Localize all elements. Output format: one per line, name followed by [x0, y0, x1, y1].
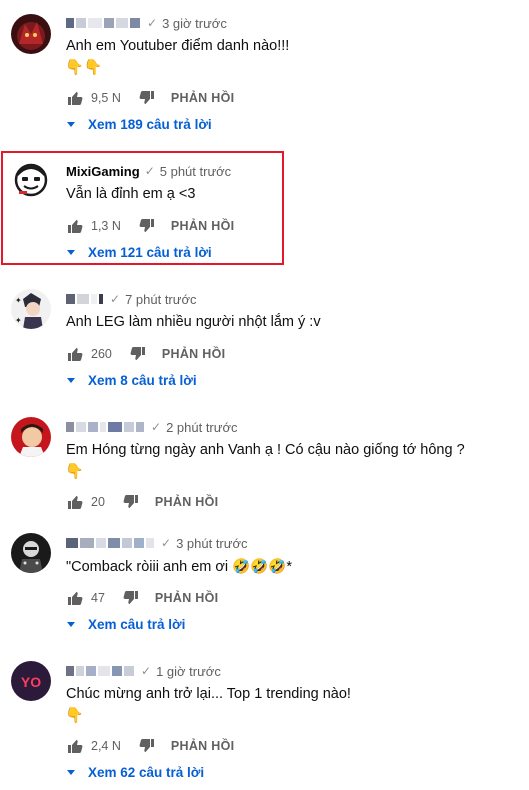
dislike-icon[interactable] — [139, 738, 155, 754]
avatar[interactable] — [11, 160, 51, 200]
like-icon[interactable] — [67, 494, 83, 510]
comment-text: "Comback ròiii anh em ơi 🤣🤣🤣* — [66, 559, 292, 575]
verified-check-icon: ✓ — [147, 16, 158, 30]
dislike-icon[interactable] — [123, 494, 139, 510]
blurred-author — [66, 294, 105, 304]
dislike-icon[interactable] — [123, 590, 139, 606]
comment-time[interactable]: 7 phút trước — [125, 292, 196, 307]
chevron-down-icon — [67, 622, 75, 627]
comment-actions: 47 PHẢN HỒI — [67, 588, 218, 608]
comment-actions: 260 PHẢN HỒI — [67, 344, 225, 364]
avatar[interactable] — [11, 417, 51, 457]
chevron-down-icon — [67, 250, 75, 255]
reply-button[interactable]: PHẢN HỒI — [155, 495, 219, 509]
comment-actions: 2,4 N PHẢN HỒI — [67, 736, 234, 756]
like-icon[interactable] — [67, 590, 83, 606]
comment-meta: ✓ 7 phút trước — [66, 290, 197, 308]
like-icon[interactable] — [67, 90, 83, 106]
view-replies-link[interactable]: Xem câu trả lời — [67, 617, 185, 632]
blurred-author — [66, 18, 142, 28]
comment-time[interactable]: 3 phút trước — [176, 536, 247, 551]
chevron-down-icon — [67, 122, 75, 127]
view-replies-label: Xem 121 câu trả lời — [88, 245, 212, 260]
verified-check-icon: ✓ — [141, 664, 152, 678]
avatar[interactable]: ✦ ✦ — [11, 289, 51, 329]
comment-actions: 20 PHẢN HỒI — [67, 492, 218, 512]
avatar-logo-text: YO — [21, 674, 41, 690]
dislike-icon[interactable] — [139, 90, 155, 106]
view-replies-label: Xem 62 câu trả lời — [88, 765, 205, 780]
comment-actions: 1,3 N PHẢN HỒI — [67, 216, 234, 236]
comment-meta: ✓ 2 phút trước — [66, 418, 238, 436]
like-icon[interactable] — [67, 218, 83, 234]
like-count: 2,4 N — [91, 739, 121, 753]
hand-pointing-down-emoji: 👇 — [65, 463, 84, 480]
like-count: 1,3 N — [91, 219, 121, 233]
like-count: 9,5 N — [91, 91, 121, 105]
reply-button[interactable]: PHẢN HỒI — [171, 219, 235, 233]
comment-time[interactable]: 5 phút trước — [160, 164, 231, 179]
reply-button[interactable]: PHẢN HỒI — [155, 591, 219, 605]
view-replies-label: Xem 189 câu trả lời — [88, 117, 212, 132]
comment-text: Em Hóng từng ngày anh Vanh ạ ! Có cậu nà… — [66, 442, 465, 458]
blurred-author — [66, 666, 136, 676]
avatar[interactable] — [11, 14, 51, 54]
verified-check-icon: ✓ — [161, 536, 172, 550]
blurred-author — [66, 422, 146, 432]
like-icon[interactable] — [67, 346, 83, 362]
view-replies-link[interactable]: Xem 189 câu trả lời — [67, 117, 212, 132]
chevron-down-icon — [67, 378, 75, 383]
comment-author[interactable]: MixiGaming — [66, 164, 140, 179]
comment-meta: ✓ 3 giờ trước — [66, 14, 227, 32]
verified-check-icon: ✓ — [144, 164, 155, 178]
hand-pointing-down-emoji: 👇 — [65, 707, 84, 724]
avatar[interactable] — [11, 533, 51, 573]
dislike-icon[interactable] — [130, 346, 146, 362]
comment-text: Anh em Youtuber điểm danh nào!!! — [66, 38, 290, 54]
svg-text:✦: ✦ — [15, 316, 22, 325]
view-replies-link[interactable]: Xem 62 câu trả lời — [67, 765, 204, 780]
comment-text: Chúc mừng anh trở lại... Top 1 trending … — [66, 686, 351, 702]
like-count: 47 — [91, 591, 105, 605]
view-replies-label: Xem 8 câu trả lời — [88, 373, 197, 388]
chevron-down-icon — [67, 770, 75, 775]
like-count: 260 — [91, 347, 112, 361]
like-icon[interactable] — [67, 738, 83, 754]
comment-actions: 9,5 N PHẢN HỒI — [67, 88, 234, 108]
avatar[interactable]: YO — [11, 661, 51, 701]
view-replies-label: Xem câu trả lời — [88, 617, 186, 632]
dislike-icon[interactable] — [139, 218, 155, 234]
view-replies-link[interactable]: Xem 8 câu trả lời — [67, 373, 197, 388]
verified-check-icon: ✓ — [110, 292, 121, 306]
comment-text: Vẫn là đỉnh em ạ <3 — [66, 186, 196, 202]
comment-time[interactable]: 2 phút trước — [166, 420, 237, 435]
comment-time[interactable]: 1 giờ trước — [156, 664, 221, 679]
reply-button[interactable]: PHẢN HỒI — [162, 347, 226, 361]
comment-meta: ✓ 3 phút trước — [66, 534, 248, 552]
reply-button[interactable]: PHẢN HỒI — [171, 739, 235, 753]
comment-meta: MixiGaming ✓ 5 phút trước — [66, 162, 231, 180]
blurred-author — [66, 538, 156, 548]
reply-button[interactable]: PHẢN HỒI — [171, 91, 235, 105]
like-count: 20 — [91, 495, 105, 509]
comment-time[interactable]: 3 giờ trước — [162, 16, 227, 31]
verified-check-icon: ✓ — [151, 420, 162, 434]
view-replies-link[interactable]: Xem 121 câu trả lời — [67, 245, 212, 260]
svg-text:✦: ✦ — [15, 296, 22, 305]
hand-pointing-down-emoji: 👇👇 — [65, 59, 103, 76]
comment-meta: ✓ 1 giờ trước — [66, 662, 221, 680]
comment-text: Anh LEG làm nhiều người nhột lắm ý :v — [66, 314, 321, 330]
